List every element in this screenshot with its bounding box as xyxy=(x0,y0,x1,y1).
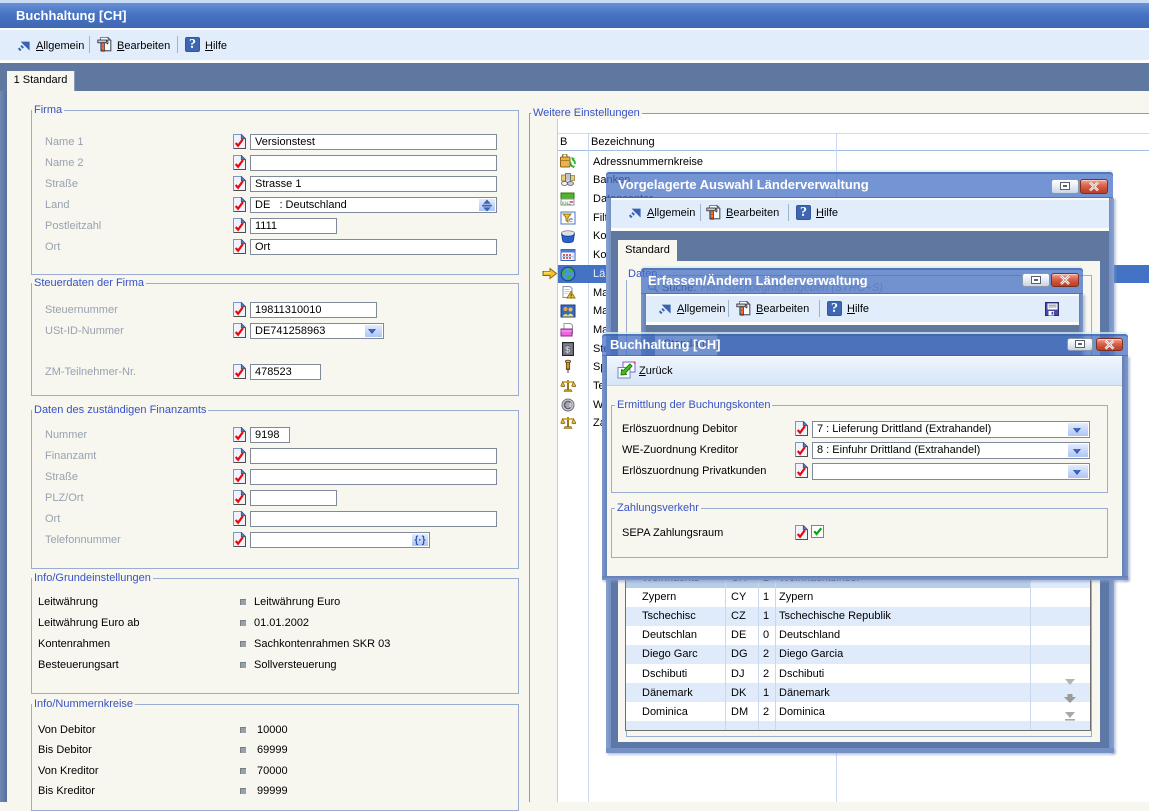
svg-text:KNZ: KNZ xyxy=(562,201,571,206)
svg-text:e: e xyxy=(569,217,573,224)
svg-text:$: $ xyxy=(565,344,570,354)
